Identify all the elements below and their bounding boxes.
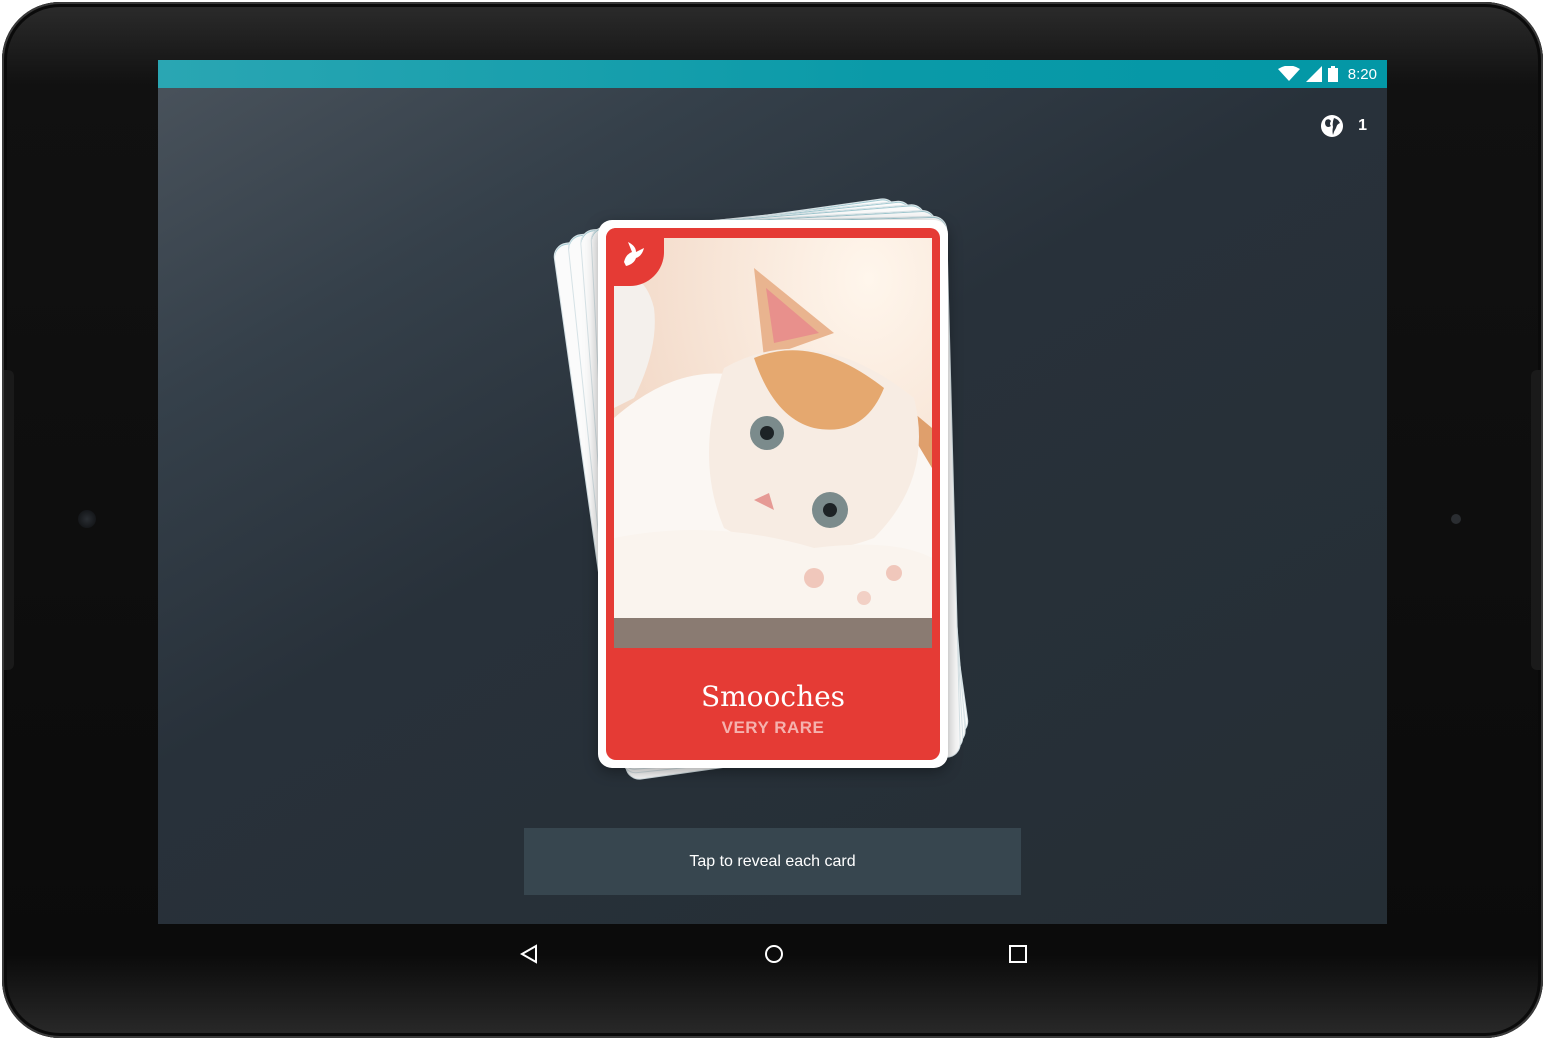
- recents-icon: [1009, 945, 1027, 963]
- left-side-button: [4, 370, 14, 670]
- light-sensor: [1451, 514, 1461, 524]
- right-side-button: [1531, 370, 1541, 670]
- front-camera: [78, 510, 96, 528]
- back-button[interactable]: [507, 932, 551, 976]
- card-rarity: VERY RARE: [721, 718, 825, 737]
- home-icon: [765, 945, 783, 963]
- rarity-badge: [606, 228, 664, 286]
- top-card[interactable]: Smooches VERY RARE: [598, 220, 948, 768]
- recents-button[interactable]: [996, 932, 1040, 976]
- card-name: Smooches: [700, 680, 846, 713]
- card-face: Smooches VERY RARE: [606, 228, 940, 760]
- navigation-bar: [158, 924, 1387, 982]
- app-screen: 8:20 1 Smooches VERY RARE Tap to reveal …: [158, 60, 1387, 924]
- kitten-illustration: [614, 238, 932, 648]
- card-stack: Smooches VERY RARE: [158, 60, 1387, 924]
- kitten-photo: [614, 238, 932, 648]
- reveal-cards-button[interactable]: Tap to reveal each card: [524, 828, 1021, 895]
- bird-icon: [624, 242, 644, 266]
- home-button[interactable]: [752, 932, 796, 976]
- back-icon: [519, 944, 537, 964]
